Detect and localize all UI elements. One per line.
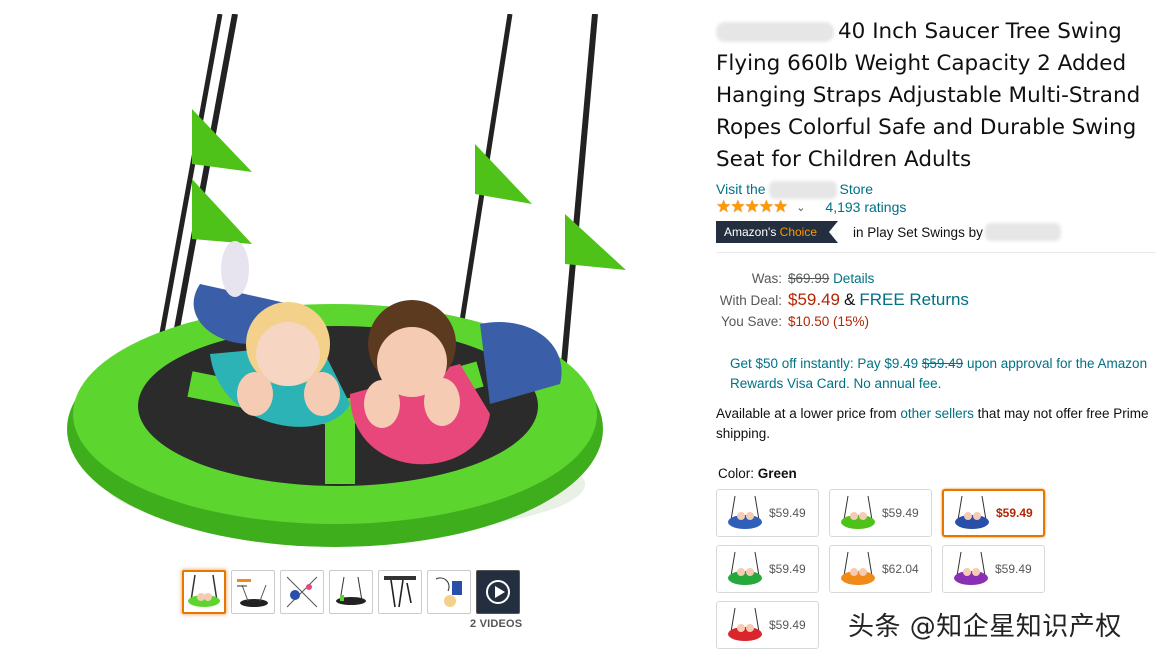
swing-thumbnail-icon xyxy=(841,551,875,585)
swing-thumbnail-icon xyxy=(841,495,875,529)
was-price-row: Was: $69.99 Details xyxy=(716,268,1161,289)
videos-label[interactable]: 2 VIDEOS xyxy=(470,618,522,630)
details-link[interactable]: Details xyxy=(833,268,874,289)
swing-thumbnail-icon xyxy=(728,607,762,641)
thumbnail-2[interactable] xyxy=(231,570,275,614)
redacted-store-name xyxy=(768,181,837,200)
swatch-price: $62.04 xyxy=(882,562,919,576)
availability-text-a: Available at a lower price from xyxy=(716,406,897,422)
watermark: 头条 @知企星知识产权 xyxy=(848,612,1122,642)
ampersand: & xyxy=(844,290,856,310)
redacted-keyword xyxy=(984,223,1061,242)
color-swatch-1[interactable]: $59.49 xyxy=(716,489,819,537)
product-details: 40 Inch Saucer Tree Swing Flying 660lb W… xyxy=(716,16,1161,649)
deal-label: With Deal: xyxy=(719,293,782,309)
swing-thumbnail-icon xyxy=(728,551,762,585)
was-label: Was: xyxy=(751,271,782,287)
amazons-choice-row: Amazon's Choice in Play Set Swings by xyxy=(716,221,1161,244)
was-price: $69.99 xyxy=(788,271,830,287)
store-prefix: Visit the xyxy=(716,181,766,197)
thumbnail-6[interactable] xyxy=(427,570,471,614)
color-swatch-3[interactable]: $59.49 xyxy=(942,489,1045,537)
product-title: 40 Inch Saucer Tree Swing Flying 660lb W… xyxy=(716,16,1161,176)
swatch-price: $59.49 xyxy=(769,562,806,576)
rating-row: ★★★★★ ⌄ 4,193 ratings xyxy=(716,198,1161,216)
price-table: Was: $69.99 Details With Deal: $59.49 & … xyxy=(716,268,1161,332)
play-icon xyxy=(486,580,510,604)
store-link[interactable]: Visit the Store xyxy=(716,179,1161,200)
amazons-choice-badge: Amazon's Choice xyxy=(716,221,839,244)
swing-thumbnail-icon xyxy=(955,495,989,529)
ratings-count-link[interactable]: 4,193 ratings xyxy=(825,199,906,215)
choice-context: in Play Set Swings by xyxy=(853,224,983,240)
save-label: You Save: xyxy=(720,314,782,330)
divider xyxy=(716,252,1156,254)
swatch-price: $59.49 xyxy=(769,618,806,632)
badge-prefix: Amazon's xyxy=(724,225,777,240)
savings-row: You Save: $10.50 (15%) xyxy=(716,311,1161,332)
deal-price-row: With Deal: $59.49 & FREE Returns xyxy=(716,289,1161,311)
swing-thumbnail-icon xyxy=(954,551,988,585)
other-sellers-link[interactable]: other sellers xyxy=(900,406,974,421)
thumbnail-5[interactable] xyxy=(378,570,422,614)
badge-accent: Choice xyxy=(779,225,818,240)
redacted-brand xyxy=(716,22,834,42)
color-swatch-4[interactable]: $59.49 xyxy=(716,545,819,593)
star-rating-icon[interactable]: ★★★★★ xyxy=(716,198,788,216)
card-offer-link[interactable]: Get $50 off instantly: Pay $9.49 $59.49 … xyxy=(730,354,1150,394)
offer-strike-price: $59.49 xyxy=(921,356,964,372)
deal-price: $59.49 xyxy=(788,290,840,310)
color-swatch-2[interactable]: $59.49 xyxy=(829,489,932,537)
chevron-down-icon[interactable]: ⌄ xyxy=(796,201,805,214)
color-swatch-5[interactable]: $62.04 xyxy=(829,545,932,593)
color-swatch-7[interactable]: $59.49 xyxy=(716,601,819,649)
swatch-price: $59.49 xyxy=(995,562,1032,576)
swing-thumbnail-icon xyxy=(728,495,762,529)
offer-text-a: Get $50 off instantly: Pay $9.49 xyxy=(730,356,919,372)
store-suffix: Store xyxy=(839,181,874,197)
thumbnail-strip xyxy=(182,570,520,614)
swatch-price: $59.49 xyxy=(996,506,1033,520)
thumbnail-3[interactable] xyxy=(280,570,324,614)
thumbnail-1[interactable] xyxy=(182,570,226,614)
swatch-price: $59.49 xyxy=(882,506,919,520)
availability-note: Available at a lower price from other se… xyxy=(716,404,1156,444)
main-product-image[interactable] xyxy=(60,14,640,554)
color-selected: Green xyxy=(757,466,797,482)
color-label-row: Color: Green xyxy=(718,466,1161,481)
thumbnail-4[interactable] xyxy=(329,570,373,614)
free-returns-link[interactable]: FREE Returns xyxy=(859,289,969,310)
swatch-price: $59.49 xyxy=(769,506,806,520)
color-label: Color: xyxy=(718,466,755,482)
color-swatch-6[interactable]: $59.49 xyxy=(942,545,1045,593)
video-thumbnail[interactable] xyxy=(476,570,520,614)
save-amount: $10.50 (15%) xyxy=(788,314,870,330)
